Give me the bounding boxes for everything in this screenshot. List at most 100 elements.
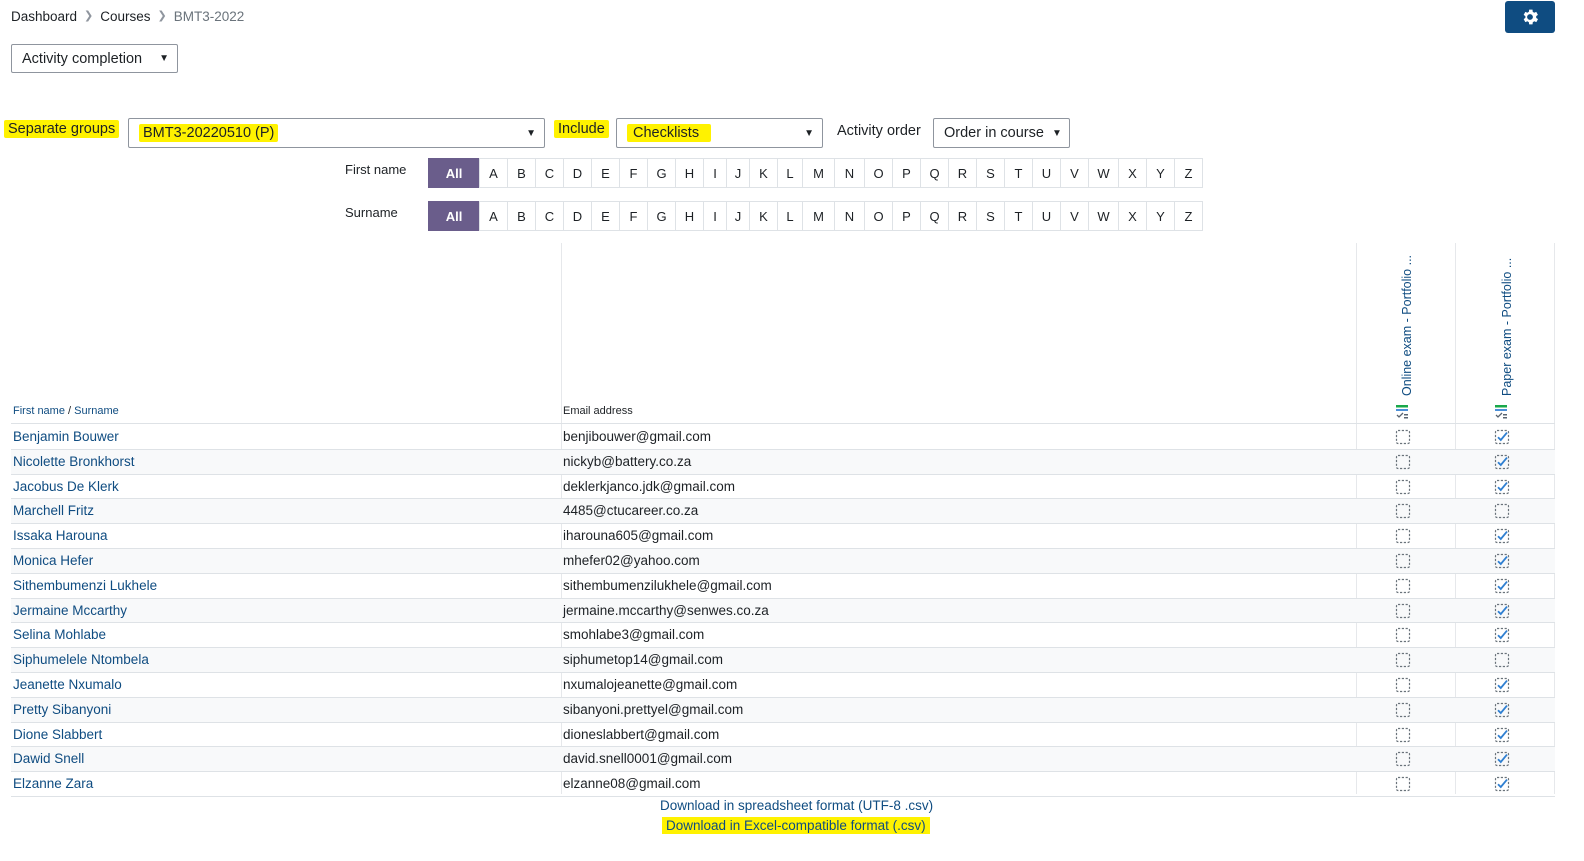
checkbox-checked-icon[interactable] (1494, 553, 1510, 569)
checkbox-checked-icon[interactable] (1494, 627, 1510, 643)
checkbox-empty-icon[interactable] (1395, 454, 1411, 470)
student-name-link[interactable]: Issaka Harouna (13, 528, 108, 543)
surname-initial-o[interactable]: O (864, 201, 893, 231)
firstname-initial-k[interactable]: K (749, 158, 778, 188)
surname-initial-l[interactable]: L (777, 201, 803, 231)
activity-order-select[interactable]: Order in course ▼ (933, 118, 1070, 148)
surname-initial-all[interactable]: All (428, 201, 480, 231)
checkbox-empty-icon[interactable] (1395, 652, 1411, 668)
firstname-initial-n[interactable]: N (834, 158, 865, 188)
sort-surname-link[interactable]: Surname (74, 405, 119, 417)
student-name-link[interactable]: Siphumelele Ntombela (13, 652, 149, 667)
firstname-initial-all[interactable]: All (428, 158, 480, 188)
surname-initial-r[interactable]: R (948, 201, 977, 231)
sort-firstname-link[interactable]: First name (13, 405, 65, 417)
firstname-initial-y[interactable]: Y (1146, 158, 1175, 188)
settings-button[interactable] (1505, 1, 1555, 33)
student-name-link[interactable]: Marchell Fritz (13, 503, 94, 518)
surname-initial-y[interactable]: Y (1146, 201, 1175, 231)
student-name-link[interactable]: Benjamin Bouwer (13, 429, 119, 444)
surname-initial-v[interactable]: V (1060, 201, 1089, 231)
include-select[interactable]: Checklists ▼ (616, 118, 823, 148)
surname-initial-i[interactable]: I (703, 201, 727, 231)
surname-initial-n[interactable]: N (834, 201, 865, 231)
student-name-link[interactable]: Sithembumenzi Lukhele (13, 578, 157, 593)
surname-initial-q[interactable]: Q (920, 201, 949, 231)
checkbox-checked-icon[interactable] (1494, 479, 1510, 495)
firstname-initial-u[interactable]: U (1032, 158, 1061, 188)
checkbox-empty-icon[interactable] (1395, 528, 1411, 544)
surname-initial-b[interactable]: B (507, 201, 536, 231)
checkbox-checked-icon[interactable] (1494, 776, 1510, 792)
student-name-link[interactable]: Jermaine Mccarthy (13, 603, 127, 618)
checkbox-checked-icon[interactable] (1494, 429, 1510, 445)
checkbox-empty-icon[interactable] (1494, 652, 1510, 668)
checkbox-checked-icon[interactable] (1494, 751, 1510, 767)
download-excel-csv-link[interactable]: Download in Excel-compatible format (.cs… (662, 817, 930, 834)
firstname-initial-s[interactable]: S (976, 158, 1005, 188)
firstname-initial-z[interactable]: Z (1174, 158, 1203, 188)
checkbox-checked-icon[interactable] (1494, 578, 1510, 594)
surname-initial-t[interactable]: T (1004, 201, 1033, 231)
firstname-initial-g[interactable]: G (647, 158, 676, 188)
checkbox-checked-icon[interactable] (1494, 702, 1510, 718)
firstname-initial-r[interactable]: R (948, 158, 977, 188)
surname-initial-k[interactable]: K (749, 201, 778, 231)
student-name-link[interactable]: Jacobus De Klerk (13, 479, 119, 494)
firstname-initial-w[interactable]: W (1088, 158, 1119, 188)
download-utf8-csv-link[interactable]: Download in spreadsheet format (UTF-8 .c… (660, 798, 933, 813)
firstname-initial-m[interactable]: M (802, 158, 835, 188)
firstname-initial-t[interactable]: T (1004, 158, 1033, 188)
student-name-link[interactable]: Selina Mohlabe (13, 627, 106, 642)
firstname-initial-e[interactable]: E (591, 158, 620, 188)
firstname-initial-p[interactable]: P (892, 158, 921, 188)
checkbox-checked-icon[interactable] (1494, 528, 1510, 544)
firstname-initial-h[interactable]: H (675, 158, 704, 188)
checkbox-checked-icon[interactable] (1494, 727, 1510, 743)
checkbox-empty-icon[interactable] (1395, 627, 1411, 643)
checkbox-checked-icon[interactable] (1494, 454, 1510, 470)
surname-initial-w[interactable]: W (1088, 201, 1119, 231)
surname-initial-f[interactable]: F (619, 201, 648, 231)
firstname-initial-l[interactable]: L (777, 158, 803, 188)
firstname-initial-b[interactable]: B (507, 158, 536, 188)
firstname-initial-i[interactable]: I (703, 158, 727, 188)
checkbox-empty-icon[interactable] (1395, 727, 1411, 743)
checkbox-empty-icon[interactable] (1395, 677, 1411, 693)
student-name-link[interactable]: Nicolette Bronkhorst (13, 454, 135, 469)
groups-select[interactable]: BMT3-20220510 (P) ▼ (128, 118, 545, 148)
surname-initial-e[interactable]: E (591, 201, 620, 231)
surname-initial-g[interactable]: G (647, 201, 676, 231)
surname-initial-u[interactable]: U (1032, 201, 1061, 231)
firstname-initial-o[interactable]: O (864, 158, 893, 188)
surname-initial-d[interactable]: D (563, 201, 592, 231)
student-name-link[interactable]: Monica Hefer (13, 553, 93, 568)
checkbox-empty-icon[interactable] (1395, 578, 1411, 594)
checkbox-empty-icon[interactable] (1395, 429, 1411, 445)
checkbox-checked-icon[interactable] (1494, 603, 1510, 619)
firstname-initial-x[interactable]: X (1118, 158, 1147, 188)
student-name-link[interactable]: Dawid Snell (13, 751, 84, 766)
firstname-initial-v[interactable]: V (1060, 158, 1089, 188)
checkbox-empty-icon[interactable] (1395, 751, 1411, 767)
surname-initial-m[interactable]: M (802, 201, 835, 231)
firstname-initial-q[interactable]: Q (920, 158, 949, 188)
breadcrumb-courses[interactable]: Courses (100, 9, 150, 24)
student-name-link[interactable]: Dione Slabbert (13, 727, 102, 742)
firstname-initial-d[interactable]: D (563, 158, 592, 188)
checkbox-empty-icon[interactable] (1395, 776, 1411, 792)
surname-initial-j[interactable]: J (726, 201, 750, 231)
checkbox-checked-icon[interactable] (1494, 677, 1510, 693)
surname-initial-x[interactable]: X (1118, 201, 1147, 231)
checkbox-empty-icon[interactable] (1395, 503, 1411, 519)
report-type-select[interactable]: Activity completion ▼ (11, 44, 178, 73)
surname-initial-a[interactable]: A (479, 201, 508, 231)
surname-initial-h[interactable]: H (675, 201, 704, 231)
checkbox-empty-icon[interactable] (1395, 702, 1411, 718)
activity-header-paper-exam[interactable]: Paper exam - Portfolio ... (1500, 246, 1514, 396)
checkbox-empty-icon[interactable] (1395, 479, 1411, 495)
student-name-link[interactable]: Pretty Sibanyoni (13, 702, 111, 717)
surname-initial-s[interactable]: S (976, 201, 1005, 231)
firstname-initial-j[interactable]: J (726, 158, 750, 188)
student-name-link[interactable]: Jeanette Nxumalo (13, 677, 122, 692)
